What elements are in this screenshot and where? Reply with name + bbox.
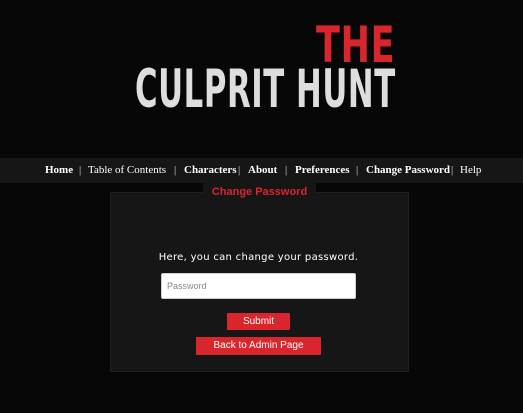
nav-link-about[interactable]: About bbox=[248, 164, 277, 177]
password-input[interactable] bbox=[161, 273, 356, 299]
nav-link-table-of-contents[interactable]: Table of Contents bbox=[88, 164, 166, 177]
nav-separator: | bbox=[356, 164, 359, 176]
logo-title: CULPRIT HUNT bbox=[135, 59, 396, 120]
nav-separator: | bbox=[451, 164, 454, 176]
nav-link-help[interactable]: Help bbox=[460, 164, 481, 177]
nav-separator: | bbox=[285, 164, 288, 176]
main-nav: Home | Table of Contents | Characters | … bbox=[0, 158, 523, 183]
nav-link-characters[interactable]: Characters bbox=[184, 164, 237, 177]
nav-separator: | bbox=[79, 164, 82, 176]
nav-link-preferences[interactable]: Preferences bbox=[295, 164, 350, 177]
panel-title: Change Password bbox=[203, 183, 316, 202]
submit-button[interactable]: Submit bbox=[227, 313, 290, 330]
instruction-text: Here, you can change your password. bbox=[158, 252, 359, 263]
nav-separator: | bbox=[174, 164, 177, 176]
nav-separator: | bbox=[238, 164, 241, 176]
back-to-admin-button[interactable]: Back to Admin Page bbox=[196, 337, 321, 355]
nav-link-home[interactable]: Home bbox=[45, 164, 73, 177]
nav-link-change-password[interactable]: Change Password bbox=[366, 164, 450, 177]
